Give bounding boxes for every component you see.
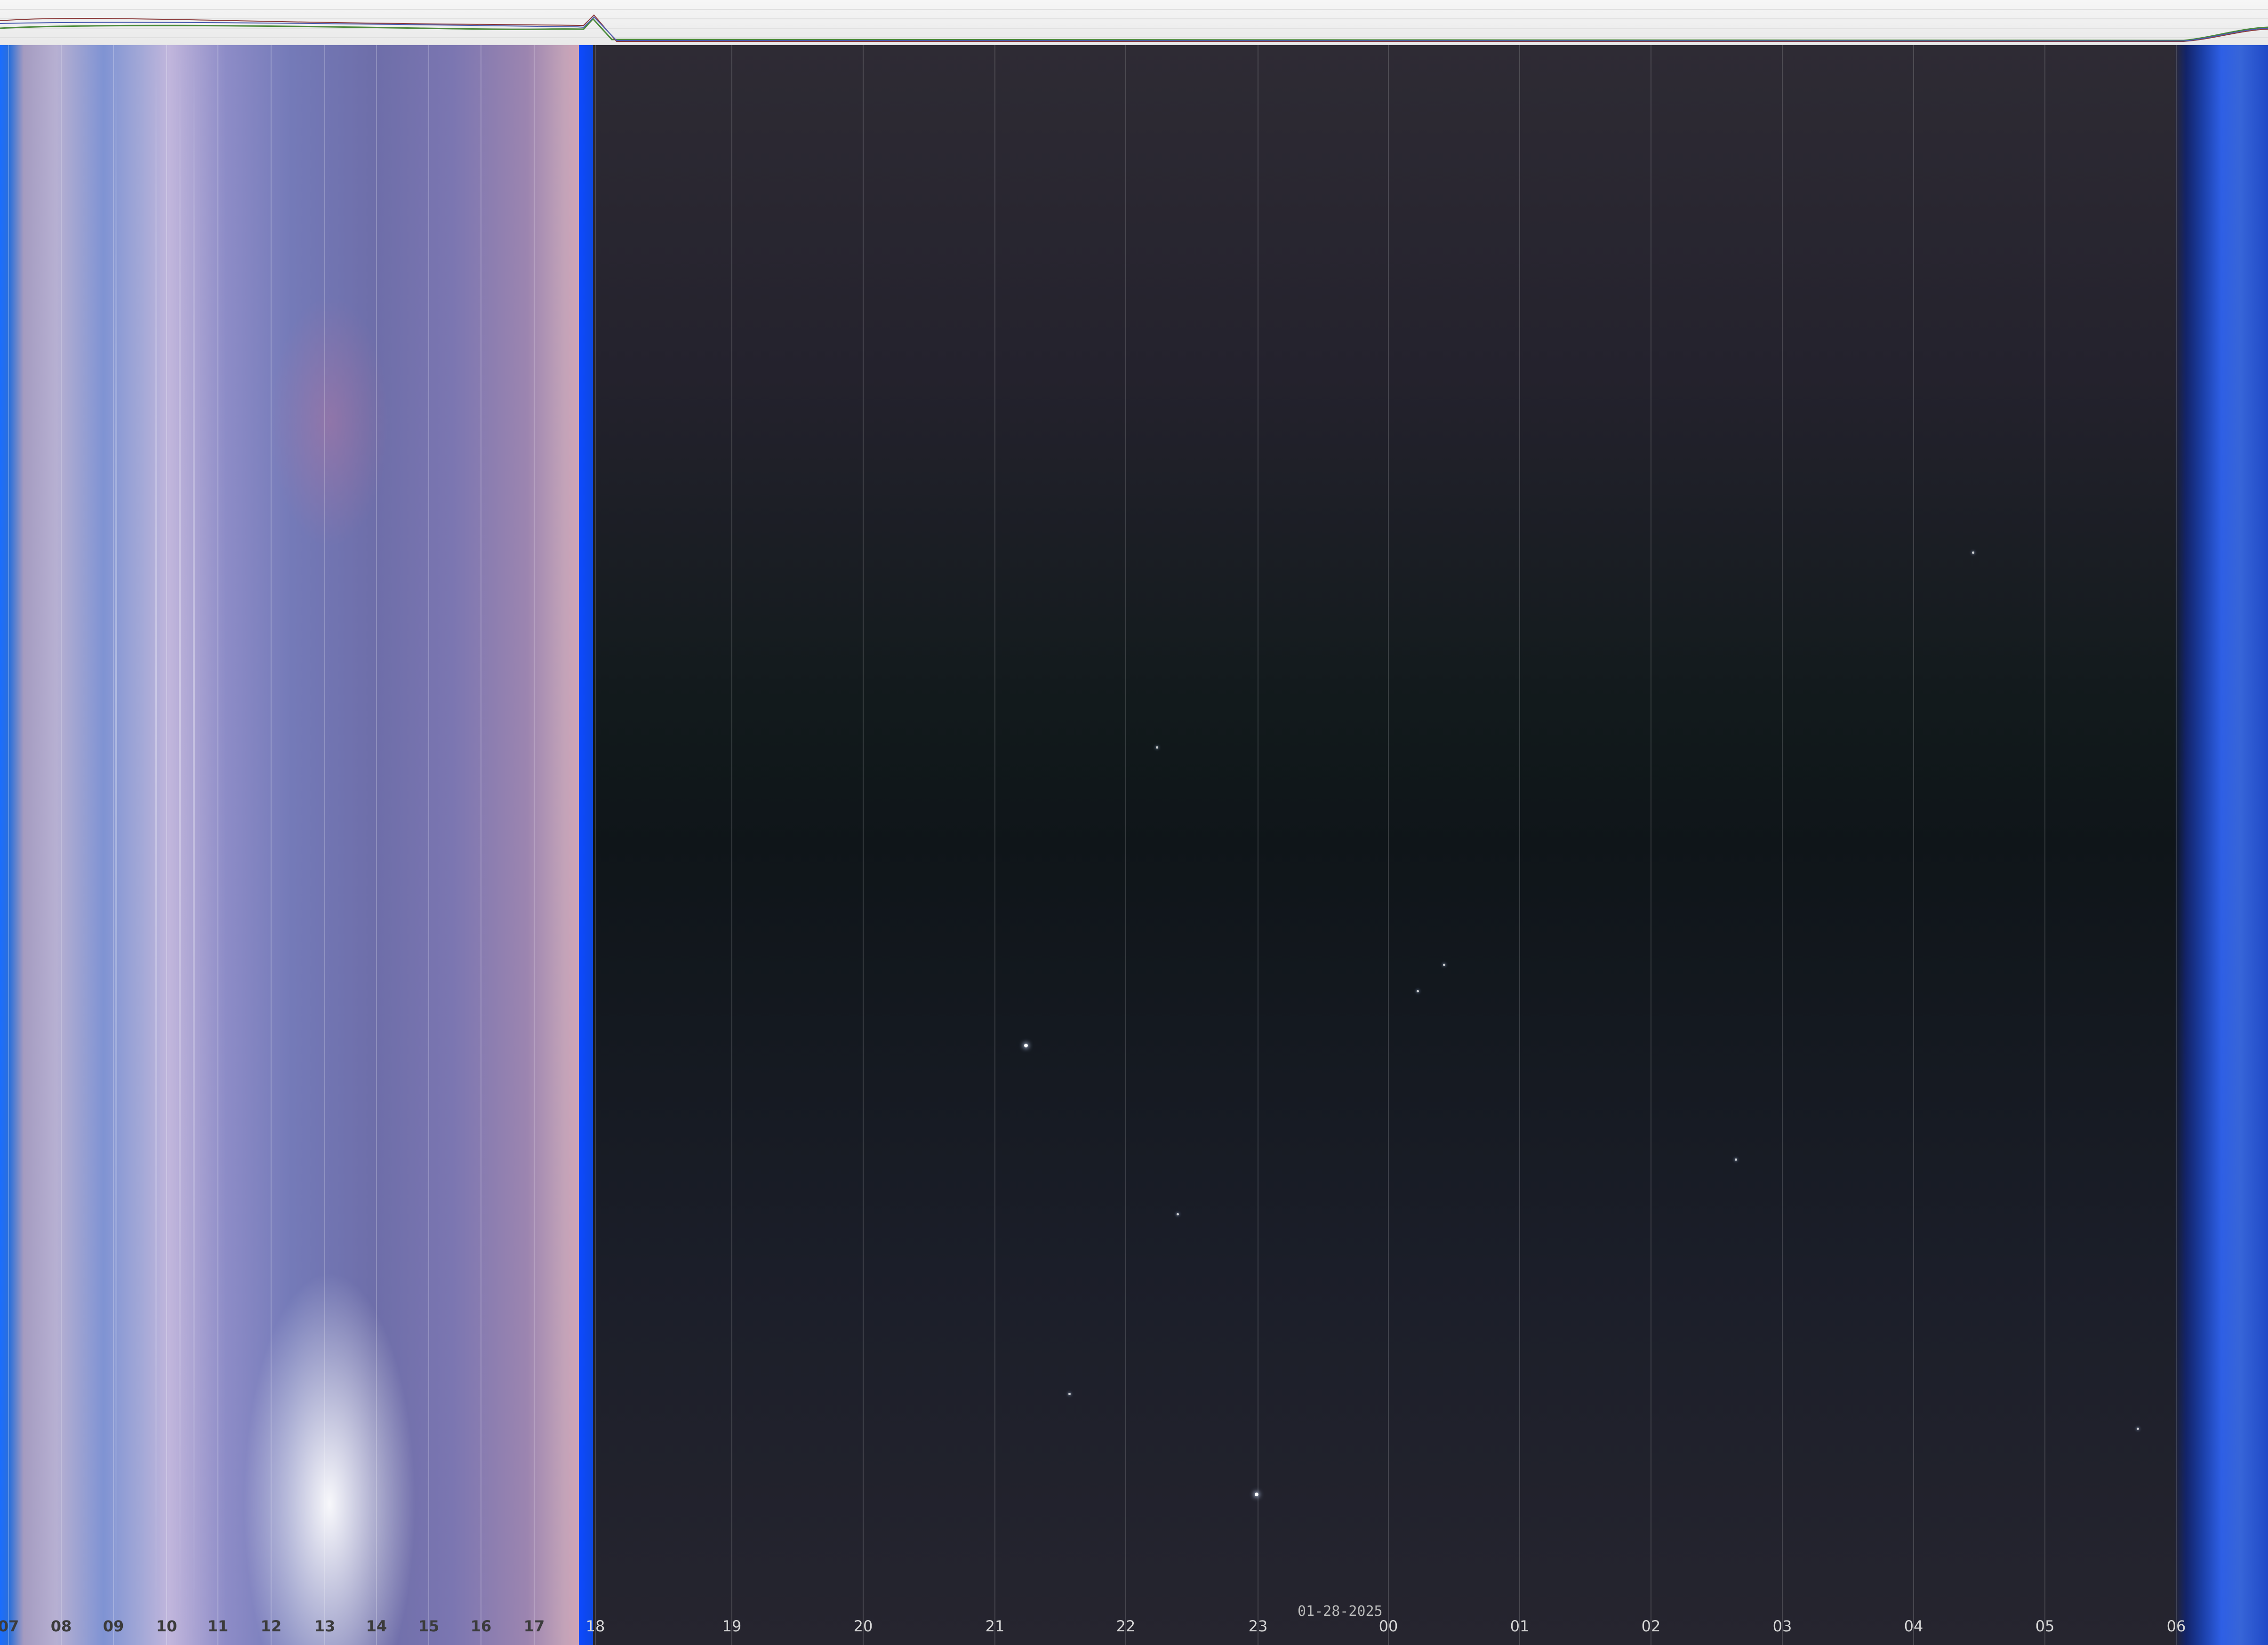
hour-gridline: [166, 45, 167, 1645]
hour-gridline: [2044, 45, 2045, 1645]
date-label: 01-28-2025: [1298, 1603, 1383, 1620]
hour-gridline: [534, 45, 535, 1645]
star: [1255, 1493, 1258, 1496]
cloud-streak: [115, 45, 117, 1645]
hour-label: 09: [103, 1617, 124, 1635]
hour-gridline: [1913, 45, 1914, 1645]
hour-label: 07: [0, 1617, 19, 1635]
hour-gridline: [595, 45, 596, 1645]
hour-label: 23: [1248, 1617, 1268, 1635]
star: [1735, 1158, 1737, 1161]
hour-label: 02: [1641, 1617, 1661, 1635]
hour-gridline: [863, 45, 864, 1645]
hour-gridline: [994, 45, 995, 1645]
star: [1068, 1393, 1071, 1395]
hour-gridline: [8, 45, 9, 1645]
star: [1417, 990, 1419, 992]
hour-gridline: [2176, 45, 2177, 1645]
sensor-trace-strip: [0, 0, 2268, 48]
hour-gridline: [217, 45, 218, 1645]
hour-label: 17: [523, 1617, 545, 1635]
hour-label: 18: [585, 1617, 605, 1635]
star: [2137, 1428, 2139, 1430]
hour-label: 11: [207, 1617, 229, 1635]
hour-label: 04: [1904, 1617, 1923, 1635]
hour-gridline: [376, 45, 377, 1645]
hour-label: 21: [985, 1617, 1005, 1635]
sensor-trace-plot: [0, 9, 2268, 42]
hour-label: 19: [722, 1617, 742, 1635]
hour-label: 22: [1116, 1617, 1136, 1635]
cloud-streak: [193, 45, 195, 1645]
hour-label: 13: [314, 1617, 336, 1635]
hour-gridline: [271, 45, 272, 1645]
cloud-streak: [155, 45, 157, 1645]
hour-label: 05: [2035, 1617, 2055, 1635]
hour-label: 20: [853, 1617, 873, 1635]
star: [1024, 1044, 1028, 1047]
star: [1972, 551, 1974, 554]
hour-label: 06: [2166, 1617, 2186, 1635]
hour-gridline: [731, 45, 732, 1645]
star: [1177, 1213, 1179, 1215]
hour-label: 10: [156, 1617, 177, 1635]
hour-label: 01: [1510, 1617, 1530, 1635]
hour-gridline: [1782, 45, 1783, 1645]
hour-gridline: [1388, 45, 1389, 1645]
hour-label: 14: [366, 1617, 387, 1635]
hour-gridline: [113, 45, 114, 1645]
hour-label: 03: [1772, 1617, 1792, 1635]
hour-gridline: [428, 45, 429, 1645]
hour-gridline: [61, 45, 62, 1645]
hour-gridline: [324, 45, 325, 1645]
hour-gridline: [1125, 45, 1126, 1645]
cloud-streak: [179, 45, 181, 1645]
hour-label: 12: [260, 1617, 282, 1635]
star: [1156, 746, 1158, 749]
hour-label: 08: [50, 1617, 72, 1635]
star: [1443, 964, 1445, 966]
daytime-sky-band: [0, 45, 593, 1645]
hour-gridline: [1519, 45, 1520, 1645]
hour-label: 16: [470, 1617, 492, 1635]
night-sky-band: [593, 45, 2193, 1645]
morning-twilight-band: [2174, 45, 2268, 1645]
keogram: 07 08 09 10 11 12 13 14 15 16 17 18 19 20 21 22 23 00 01 02…: [0, 0, 2268, 1645]
hour-label: 15: [418, 1617, 440, 1635]
hour-label: 00: [1378, 1617, 1398, 1635]
